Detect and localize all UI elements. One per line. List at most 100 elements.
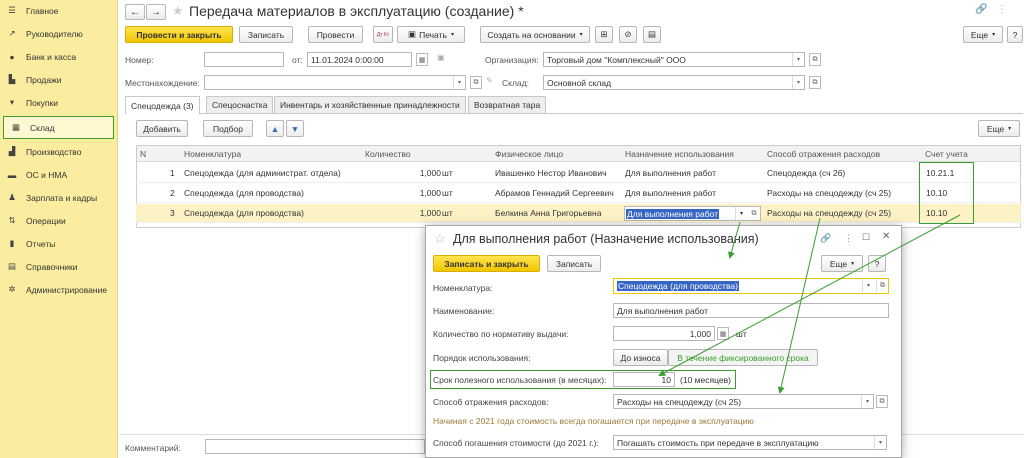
create-based-on-button[interactable]: Создать на основании ▾ [480,26,590,43]
table-row-selected[interactable]: 3 Спецодежда (для проводства) 1,000 шт Б… [136,204,1021,223]
pick-button[interactable]: Подбор [203,120,253,137]
warehouse-field[interactable]: Основной склад ▾ [543,75,805,90]
save-and-close-button[interactable]: Записать и закрыть [433,255,540,272]
sidebar-item-production[interactable]: ▟ Производство [0,140,118,163]
chevron-down-icon[interactable]: ▾ [792,76,804,89]
sidebar-item-directories[interactable]: ▤ Справочники [0,255,118,278]
more-button[interactable]: Еще ▾ [963,26,1003,43]
column-header-method[interactable]: Способ отражения расходов [767,146,880,162]
post-and-close-button[interactable]: Провести и закрыть [125,26,233,43]
save-button[interactable]: Записать [239,26,293,43]
calendar-icon[interactable]: ▦ [416,53,428,66]
number-label: Номер: [125,55,154,65]
cart-icon: ▾ [9,97,15,107]
sidebar-item-reports[interactable]: ▮ Отчеты [0,232,118,255]
tab-special-equipment[interactable]: Спецоснастка [206,96,274,113]
open-link-icon[interactable]: ⧉ [876,279,888,292]
date-picker-icon[interactable]: ▣ [437,53,445,62]
purpose-dialog: ☆ Для выполнения работ (Назначение испол… [425,225,902,458]
sidebar-item-main[interactable]: ☰ Главное [0,0,118,22]
date-field[interactable]: 11.01.2024 0:00:00 [307,52,412,67]
dialog-more-button[interactable]: Еще ▾ [821,255,863,272]
repayment-field[interactable]: Погашать стоимость при передаче в эксплу… [613,435,887,450]
column-header-n[interactable]: N [140,146,146,162]
help-button[interactable]: ? [1007,26,1023,43]
sidebar-item-assets[interactable]: ▬ ОС и НМА [0,163,118,186]
row-method: Расходы на спецодежду (сч 25) [767,208,892,218]
clear-icon[interactable]: ✎ [486,76,493,85]
favorite-star-icon[interactable]: ★ [172,3,184,19]
row-number: 3 [170,208,175,218]
chevron-down-icon[interactable]: ▾ [861,395,873,408]
purpose-cell-editor[interactable]: Для выполнения работ ▾ ⧉ [624,206,761,221]
forward-button[interactable]: → [146,4,166,20]
row-person: Абрамов Геннадий Сергеевич [495,188,614,198]
sidebar-item-operations[interactable]: ⇅ Операции [0,209,118,232]
nomenclature-field[interactable]: Спецодежда (для проводства) ▾ ⧉ [613,278,889,294]
back-button[interactable]: ← [125,4,145,20]
chevron-down-icon[interactable]: ▾ [735,207,747,220]
document-icon[interactable]: ▤ [643,26,661,43]
sidebar-item-bank[interactable]: ● Банк и касса [0,45,118,68]
maximize-icon[interactable]: ☐ [862,232,870,243]
sidebar-item-sales[interactable]: ▙ Продажи [0,68,118,91]
chevron-down-icon[interactable]: ▾ [862,279,874,292]
link-icon[interactable]: 🔗 [820,233,831,244]
open-link-icon[interactable]: ⧉ [748,207,760,220]
dialog-save-button[interactable]: Записать [547,255,601,272]
column-header-nomenclature[interactable]: Номенклатура [184,146,241,162]
favorite-star-icon[interactable]: ☆ [434,231,446,247]
method-field[interactable]: Расходы на спецодежду (сч 25) ▾ [613,394,874,409]
fixed-term-option[interactable]: В течение фиксированного срока [668,349,818,366]
tab-inventory[interactable]: Инвентарь и хозяйственные принадлежности [274,96,466,113]
open-link-icon[interactable]: ⧉ [876,395,888,408]
sidebar-item-warehouse[interactable]: ▦ Склад [3,116,114,139]
organization-field[interactable]: Торговый дом "Комплексный" ООО ▾ [543,52,805,67]
column-header-quantity[interactable]: Количество [365,146,411,162]
until-worn-out-option[interactable]: До износа [613,349,668,366]
dt-kt-icon[interactable]: Дт Кт [373,26,393,43]
more-vertical-icon[interactable]: ⋮ [844,233,853,244]
post-button[interactable]: Провести [308,26,363,43]
close-icon[interactable]: ✕ [882,231,890,242]
open-link-icon[interactable]: ⧉ [470,76,482,89]
sidebar: ☰ Главное ↗ Руководителю ● Банк и касса ▙ Пр… [0,0,118,458]
add-button[interactable]: Добавить [136,120,188,137]
tab-workwear[interactable]: Спецодежда (3) [125,96,200,114]
column-header-account[interactable]: Счет учета [925,146,968,162]
location-field[interactable]: ▾ [204,75,466,90]
more-vertical-icon[interactable]: ⋮ [997,4,1007,15]
chevron-down-icon[interactable]: ▾ [453,76,465,89]
move-up-icon[interactable]: ▲ [266,120,284,137]
comment-field[interactable] [205,439,425,454]
table-more-button[interactable]: Еще ▾ [978,120,1020,137]
column-header-purpose[interactable]: Назначение использования [625,146,734,162]
sidebar-item-admin[interactable]: ✲ Администрирование [0,278,118,301]
name-field[interactable]: Для выполнения работ [613,303,889,318]
factory-icon: ▟ [8,146,16,156]
open-link-icon[interactable]: ⧉ [809,76,821,89]
attachment-icon[interactable]: ⊘ [619,26,637,43]
tab-returnable-packaging[interactable]: Возвратная тара [468,96,547,113]
number-field[interactable] [204,52,284,67]
open-link-icon[interactable]: ⧉ [809,53,821,66]
calculator-icon[interactable]: ▦ [717,327,729,340]
dialog-help-button[interactable]: ? [868,255,886,272]
table-row[interactable]: 2 Спецодежда (для проводства) 1,000 шт А… [136,184,1021,203]
move-down-icon[interactable]: ▼ [286,120,304,137]
book-icon: ▤ [7,261,17,271]
printer-icon: ▣ [408,29,417,39]
print-button[interactable]: ▣ Печать ▾ [397,26,465,43]
sidebar-item-payroll[interactable]: ♟ Зарплата и кадры [0,186,118,209]
column-header-person[interactable]: Физическое лицо [495,146,563,162]
sidebar-item-purchases[interactable]: ▾ Покупки [0,91,118,114]
norm-quantity-field[interactable]: 1,000 [613,326,715,341]
chevron-down-icon[interactable]: ▾ [874,436,886,449]
structure-icon[interactable]: ⊞ [595,26,613,43]
table-row[interactable]: 1 Спецодежда (для администрат. отдела) 1… [136,164,1021,183]
sidebar-item-director[interactable]: ↗ Руководителю [0,22,118,45]
chevron-down-icon[interactable]: ▾ [792,53,804,66]
repayment-label: Способ погашения стоимости (до 2021 г.): [433,438,599,448]
useful-life-field[interactable]: 10 [613,372,675,387]
link-icon[interactable]: 🔗 [975,4,987,15]
